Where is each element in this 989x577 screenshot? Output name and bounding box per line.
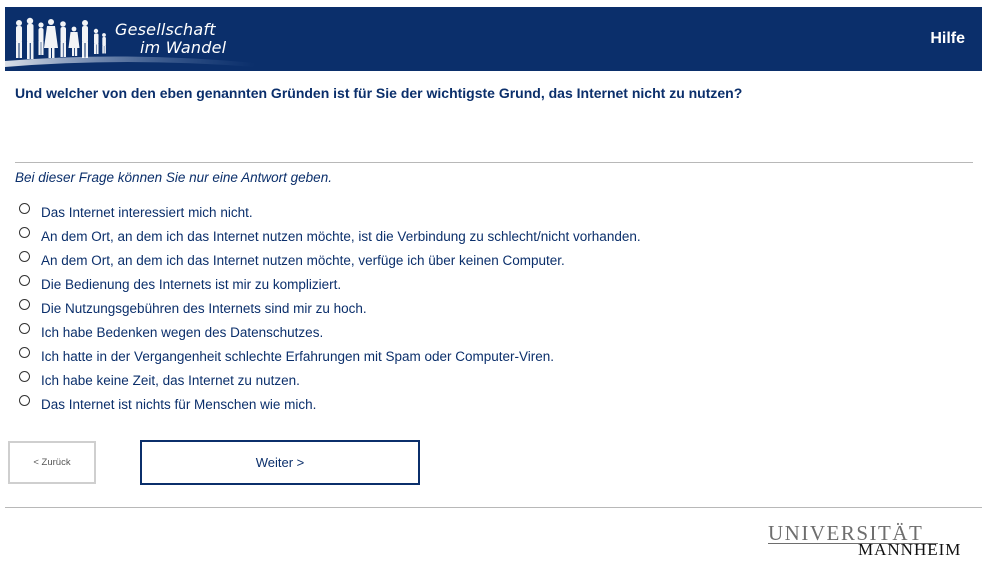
- answer-label[interactable]: Ich hatte in der Vergangenheit schlechte…: [41, 349, 554, 364]
- radio-button[interactable]: [19, 274, 30, 286]
- answer-label[interactable]: Das Internet interessiert mich nicht.: [41, 205, 253, 220]
- answer-label[interactable]: Ich habe keine Zeit, das Internet zu nut…: [41, 373, 300, 388]
- answer-option[interactable]: Die Nutzungsgebühren des Internets sind …: [19, 295, 641, 319]
- answer-label[interactable]: An dem Ort, an dem ich das Internet nutz…: [41, 253, 565, 268]
- answer-options: Das Internet interessiert mich nicht. An…: [19, 199, 641, 415]
- radio-button[interactable]: [19, 298, 30, 310]
- radio-button[interactable]: [19, 250, 30, 262]
- radio-button[interactable]: [19, 322, 30, 334]
- answer-label[interactable]: Ich habe Bedenken wegen des Datenschutze…: [41, 325, 323, 340]
- gesellschaft-im-wandel-logo: Gesellschaft im Wandel: [5, 7, 265, 71]
- footer-divider: [5, 507, 982, 508]
- radio-button[interactable]: [19, 370, 30, 382]
- universitaet-mannheim-logo: UNIVERSITÄT MANNHEIM: [768, 521, 973, 561]
- radio-button[interactable]: [19, 346, 30, 358]
- answer-option[interactable]: Ich habe keine Zeit, das Internet zu nut…: [19, 367, 641, 391]
- radio-button[interactable]: [19, 202, 30, 214]
- answer-option[interactable]: Ich habe Bedenken wegen des Datenschutze…: [19, 319, 641, 343]
- radio-button[interactable]: [19, 394, 30, 406]
- answer-option[interactable]: Das Internet ist nichts für Menschen wie…: [19, 391, 641, 415]
- answer-option[interactable]: An dem Ort, an dem ich das Internet nutz…: [19, 223, 641, 247]
- instruction-text: Bei dieser Frage können Sie nur eine Ant…: [15, 170, 332, 185]
- back-button[interactable]: < Zurück: [8, 441, 96, 484]
- logo-text-im-wandel: im Wandel: [140, 38, 227, 57]
- divider: [15, 162, 973, 163]
- answer-label[interactable]: Das Internet ist nichts für Menschen wie…: [41, 397, 316, 412]
- answer-option[interactable]: Ich hatte in der Vergangenheit schlechte…: [19, 343, 641, 367]
- next-button[interactable]: Weiter >: [140, 440, 420, 485]
- question-text: Und welcher von den eben genannten Gründ…: [15, 85, 743, 101]
- answer-option[interactable]: An dem Ort, an dem ich das Internet nutz…: [19, 247, 641, 271]
- logo-text-mannheim: MANNHEIM: [858, 540, 962, 559]
- help-link[interactable]: Hilfe: [930, 30, 965, 48]
- answer-label[interactable]: Die Nutzungsgebühren des Internets sind …: [41, 301, 367, 316]
- radio-button[interactable]: [19, 226, 30, 238]
- answer-label[interactable]: Die Bedienung des Internets ist mir zu k…: [41, 277, 341, 292]
- answer-option[interactable]: Das Internet interessiert mich nicht.: [19, 199, 641, 223]
- header-bar: Gesellschaft im Wandel Hilfe: [5, 7, 982, 71]
- logo-text-gesellschaft: Gesellschaft: [115, 20, 216, 39]
- answer-label[interactable]: An dem Ort, an dem ich das Internet nutz…: [41, 229, 641, 244]
- answer-option[interactable]: Die Bedienung des Internets ist mir zu k…: [19, 271, 641, 295]
